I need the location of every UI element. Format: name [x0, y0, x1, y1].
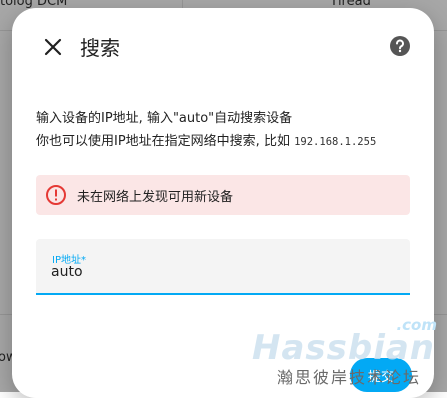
description-line-1: 输入设备的IP地址, 输入"auto"自动搜索设备	[36, 111, 293, 126]
ip-example: 192.168.1.255	[294, 136, 377, 148]
alert-circle-icon	[45, 184, 67, 206]
dialog-title: 搜索	[80, 36, 120, 60]
alert-text: 未在网络上发现可用新设备	[77, 189, 234, 205]
description-line-2: 你也可以使用IP地址在指定网络中搜索, 比如 192.168.1.255	[36, 130, 412, 154]
submit-button[interactable]: 提交	[349, 358, 412, 392]
help-circle-icon	[390, 36, 410, 56]
close-button[interactable]	[36, 30, 70, 64]
description-line-2-text: 你也可以使用IP地址在指定网络中搜索, 比如	[36, 134, 290, 149]
search-dialog: 搜索 输入设备的IP地址, 输入"auto"自动搜索设备 你也可以使用IP地址在…	[12, 8, 434, 398]
close-icon	[44, 38, 62, 56]
error-alert: 未在网络上发现可用新设备	[36, 175, 410, 215]
ip-address-input[interactable]	[51, 264, 381, 280]
ip-address-field[interactable]: IP地址*	[36, 239, 410, 295]
dialog-description: 输入设备的IP地址, 输入"auto"自动搜索设备 你也可以使用IP地址在指定网…	[36, 107, 412, 154]
help-button[interactable]	[388, 34, 412, 58]
dialog-header: 搜索	[12, 8, 434, 88]
